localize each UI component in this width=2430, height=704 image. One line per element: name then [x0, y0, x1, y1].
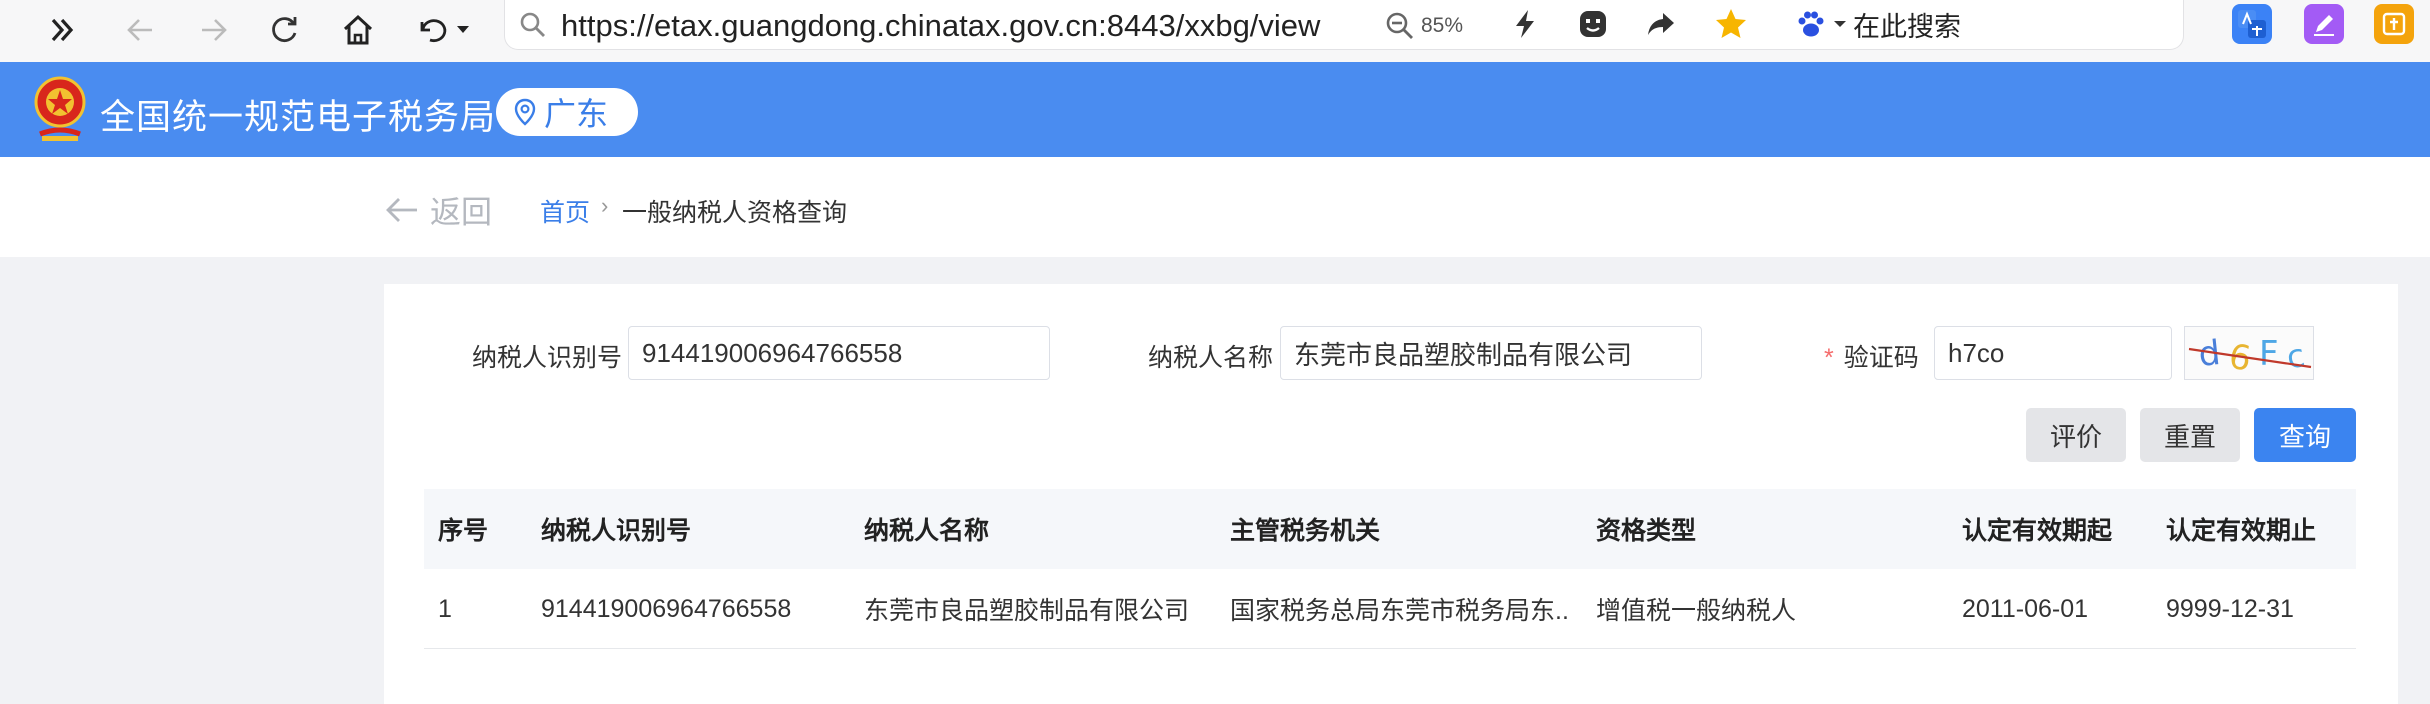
rate-button[interactable]: 评价 — [2026, 408, 2126, 462]
reset-button[interactable]: 重置 — [2140, 408, 2240, 462]
captcha-char: c — [2284, 336, 2308, 376]
taxpayer-name-input[interactable]: 东莞市良品塑胶制品有限公司 — [1280, 326, 1702, 380]
share-arrow-icon[interactable] — [1641, 4, 1681, 44]
double-chevron-right-icon[interactable] — [40, 8, 84, 52]
cell-taxpayer-id: 914419006964766558 — [541, 594, 792, 623]
location-pin-icon — [514, 98, 536, 126]
search-engine-box[interactable]: 在此搜索 — [1795, 4, 1961, 44]
taxpayer-id-label: 纳税人识别号 — [472, 344, 623, 372]
column-header-qualification-type: 资格类型 — [1596, 517, 1697, 545]
table-row[interactable]: 1 914419006964766558 东莞市良品塑胶制品有限公司 国家税务总… — [424, 569, 2356, 649]
cell-valid-from: 2011-06-01 — [1962, 594, 2089, 623]
reload-icon[interactable] — [262, 8, 306, 52]
captcha-char: F — [2259, 334, 2279, 374]
breadcrumb-separator: › — [601, 193, 609, 218]
captcha-label: 验证码 — [1843, 344, 1919, 372]
column-header-tax-authority: 主管税务机关 — [1230, 517, 1381, 545]
forward-arrow-icon[interactable] — [192, 8, 236, 52]
national-emblem-logo — [32, 74, 88, 144]
region-label: 广东 — [544, 96, 609, 132]
breadcrumb-current: 一般纳税人资格查询 — [622, 199, 848, 227]
required-star: * — [1824, 344, 1834, 372]
cell-index: 1 — [438, 594, 452, 623]
taxpayer-id-input[interactable]: 914419006964766558 — [628, 326, 1050, 380]
captcha-input[interactable]: h7co — [1934, 326, 2172, 380]
url-text[interactable]: https://etax.guangdong.chinatax.gov.cn:8… — [561, 8, 1381, 44]
zoom-level: 85% — [1421, 14, 1464, 37]
lightning-icon[interactable] — [1505, 4, 1545, 44]
query-button[interactable]: 查询 — [2254, 408, 2356, 462]
extension-icon[interactable] — [2374, 4, 2414, 44]
back-button[interactable]: 返回 — [384, 187, 492, 232]
search-placeholder[interactable]: 在此搜索 — [1853, 5, 1961, 44]
edit-pen-icon[interactable] — [2304, 4, 2344, 44]
column-header-taxpayer-name: 纳税人名称 — [864, 517, 990, 545]
back-arrow-icon — [386, 197, 417, 222]
search-icon — [519, 11, 547, 44]
cell-valid-to: 9999-12-31 — [2166, 594, 2294, 623]
caret-down-icon — [1834, 21, 1846, 27]
column-header-taxpayer-id: 纳税人识别号 — [541, 517, 692, 545]
translate-icon[interactable] — [2232, 4, 2272, 44]
captcha-image[interactable]: d 6 F c — [2184, 326, 2314, 380]
column-header-index: 序号 — [438, 517, 489, 545]
breadcrumb-home-link[interactable]: 首页 — [540, 193, 590, 229]
cell-qualification-type: 增值税一般纳税人 — [1596, 597, 1797, 625]
paw-icon — [1798, 11, 1824, 37]
browser-toolbar: https://etax.guangdong.chinatax.gov.cn:8… — [0, 0, 2430, 62]
cell-tax-authority: 国家税务总局东莞市税务局东... — [1230, 597, 1570, 625]
zoom-out-icon — [1386, 12, 1413, 39]
captcha-label-wrap: * 验证码 — [1824, 338, 1919, 374]
query-card: 纳税人识别号 914419006964766558 纳税人名称 东莞市良品塑胶制… — [384, 284, 2398, 704]
column-header-valid-to: 认定有效期止 — [2166, 517, 2317, 545]
back-label: 返回 — [430, 195, 492, 230]
region-selector[interactable]: 广东 — [496, 88, 638, 136]
emoji-face-icon[interactable] — [1573, 4, 1613, 44]
home-icon[interactable] — [336, 8, 380, 52]
column-header-valid-from: 认定有效期起 — [1962, 517, 2113, 545]
star-favorite-icon[interactable] — [1711, 4, 1751, 44]
back-arrow-icon[interactable] — [118, 8, 162, 52]
cell-taxpayer-name: 东莞市良品塑胶制品有限公司 — [864, 597, 1190, 625]
site-title: 全国统一规范电子税务局 — [100, 98, 497, 137]
breadcrumb: 返回 首页 › 一般纳税人资格查询 — [0, 157, 2430, 257]
zoom-indicator[interactable]: 85% — [1385, 6, 1463, 46]
taxpayer-name-label: 纳税人名称 — [1148, 344, 1274, 372]
undo-history-icon[interactable] — [410, 8, 472, 52]
table-header-row: 序号 纳税人识别号 纳税人名称 主管税务机关 资格类型 认定有效期起 认定有效期… — [424, 489, 2356, 569]
address-bar[interactable]: https://etax.guangdong.chinatax.gov.cn:8… — [504, 0, 2184, 50]
site-header: 全国统一规范电子税务局 广东 — [0, 62, 2430, 157]
